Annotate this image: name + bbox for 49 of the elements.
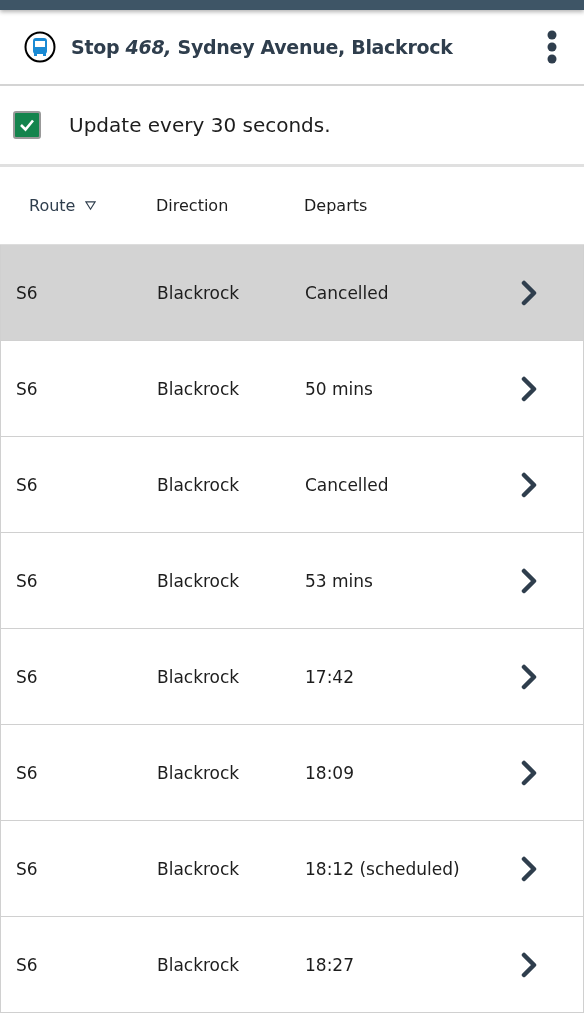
- direction-cell: Blackrock: [157, 762, 240, 783]
- departs-cell: 50 mins: [305, 378, 373, 399]
- chevron-right-icon[interactable]: [521, 951, 537, 978]
- update-checkbox[interactable]: [13, 111, 41, 139]
- route-cell: S6: [16, 954, 38, 975]
- chevron-right-icon[interactable]: [521, 279, 537, 306]
- column-header[interactable]: Route: [29, 196, 76, 215]
- departure-row[interactable]: S6 Blackrock Cancelled: [0, 437, 584, 533]
- departure-row[interactable]: S6 Blackrock 17:42: [0, 629, 584, 725]
- route-cell: S6: [16, 858, 38, 879]
- departure-row[interactable]: S6 Blackrock 18:09: [0, 725, 584, 821]
- route-cell: S6: [16, 378, 38, 399]
- departure-row[interactable]: S6 Blackrock 18:27: [0, 917, 584, 1013]
- direction-cell: Blackrock: [157, 282, 240, 303]
- chevron-right-icon[interactable]: [521, 855, 537, 882]
- departs-cell: Cancelled: [305, 474, 389, 495]
- route-cell: S6: [16, 762, 38, 783]
- departure-row[interactable]: S6 Blackrock 50 mins: [0, 341, 584, 437]
- departure-row[interactable]: S6 Blackrock Cancelled: [0, 245, 584, 341]
- route-cell: S6: [16, 474, 38, 495]
- departs-cell: Cancelled: [305, 282, 389, 303]
- column-header[interactable]: Direction: [156, 196, 229, 215]
- bus-icon: [24, 31, 56, 63]
- chevron-right-icon[interactable]: [521, 663, 537, 690]
- stop-title: Stop 468, Sydney Avenue, Blackrock: [71, 36, 454, 58]
- departure-row[interactable]: S6 Blackrock 18:12 (scheduled): [0, 821, 584, 917]
- departs-cell: 18:27: [305, 954, 354, 975]
- chevron-right-icon[interactable]: [521, 759, 537, 786]
- update-label: Update every 30 seconds.: [69, 113, 331, 137]
- departs-cell: 17:42: [305, 666, 354, 687]
- direction-cell: Blackrock: [157, 570, 240, 591]
- column-header[interactable]: Departs: [304, 196, 368, 215]
- chevron-right-icon[interactable]: [521, 471, 537, 498]
- direction-cell: Blackrock: [157, 954, 240, 975]
- direction-cell: Blackrock: [157, 474, 240, 495]
- chevron-right-icon[interactable]: [521, 567, 537, 594]
- route-cell: S6: [16, 570, 38, 591]
- departs-cell: 18:09: [305, 762, 354, 783]
- departs-cell: 18:12 (scheduled): [305, 858, 460, 879]
- chevron-right-icon[interactable]: [521, 375, 537, 402]
- departs-cell: 53 mins: [305, 570, 373, 591]
- direction-cell: Blackrock: [157, 666, 240, 687]
- filter-icon[interactable]: [85, 200, 97, 211]
- direction-cell: Blackrock: [157, 378, 240, 399]
- departure-row[interactable]: S6 Blackrock 53 mins: [0, 533, 584, 629]
- route-cell: S6: [16, 282, 38, 303]
- more-options-icon[interactable]: [546, 30, 558, 64]
- direction-cell: Blackrock: [157, 858, 240, 879]
- route-cell: S6: [16, 666, 38, 687]
